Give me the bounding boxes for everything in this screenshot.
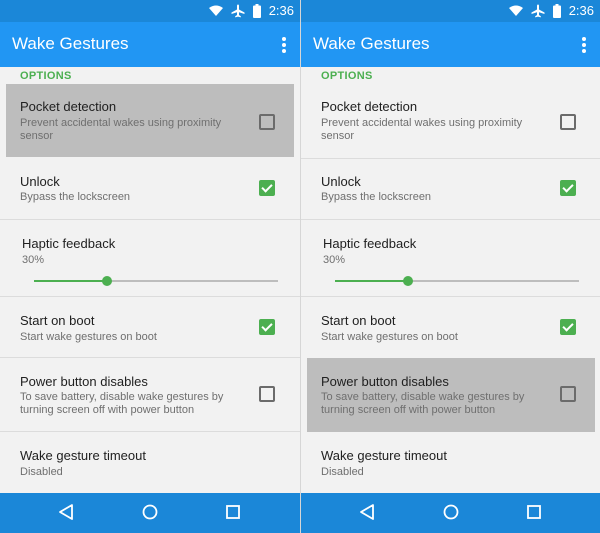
setting-title: Haptic feedback: [323, 236, 417, 251]
settings-list: OPTIONS Pocket detection Prevent acciden…: [0, 67, 300, 493]
slider-thumb[interactable]: [403, 276, 414, 286]
nav-bar: [0, 493, 300, 533]
home-icon[interactable]: [442, 503, 460, 521]
recents-icon[interactable]: [225, 503, 241, 521]
setting-summary: Start wake gestures on boot: [321, 331, 458, 343]
airplane-icon: [231, 4, 245, 18]
setting-wake-gesture-timeout[interactable]: Wake gesture timeout Disabled: [0, 432, 300, 493]
power-button-disables-checkbox[interactable]: [259, 386, 275, 402]
app-title: Wake Gestures: [12, 34, 129, 53]
setting-title: Start on boot: [321, 313, 396, 328]
setting-pocket-detection[interactable]: Pocket detection Prevent accidental wake…: [6, 84, 294, 157]
setting-summary: To save battery, disable wake gestures b…: [321, 391, 525, 416]
wifi-icon: [208, 5, 223, 16]
setting-pocket-detection[interactable]: Pocket detection Prevent accidental wake…: [301, 84, 600, 157]
settings-list: OPTIONS Pocket detection Prevent acciden…: [301, 67, 600, 493]
setting-summary: Disabled: [20, 466, 63, 478]
setting-unlock[interactable]: Unlock Bypass the lockscreen: [301, 159, 600, 219]
setting-summary: Bypass the lockscreen: [20, 191, 131, 203]
recents-icon[interactable]: [526, 503, 542, 521]
unlock-checkbox[interactable]: [560, 180, 576, 196]
status-time: 2:36: [268, 3, 294, 18]
setting-title: Wake gesture timeout: [321, 448, 447, 463]
setting-summary: To save battery, disable wake gestures b…: [20, 391, 224, 416]
setting-wake-gesture-timeout[interactable]: Wake gesture timeout Disabled: [301, 432, 600, 493]
setting-value: 30%: [22, 254, 45, 266]
setting-title: Unlock: [20, 174, 60, 189]
setting-start-on-boot[interactable]: Start on boot Start wake gestures on boo…: [0, 297, 300, 357]
back-icon[interactable]: [58, 503, 74, 521]
pocket-detection-checkbox[interactable]: [259, 114, 275, 130]
setting-title: Power button disables: [20, 374, 148, 389]
airplane-icon: [531, 4, 545, 18]
setting-summary: Start wake gestures on boot: [20, 331, 157, 343]
status-bar: 2:36: [301, 0, 600, 22]
slider-fill: [34, 280, 108, 282]
setting-title: Pocket detection: [20, 99, 117, 114]
setting-unlock[interactable]: Unlock Bypass the lockscreen: [0, 159, 300, 219]
setting-title: Wake gesture timeout: [20, 448, 146, 463]
haptic-feedback-slider[interactable]: [335, 275, 579, 287]
status-bar: 2:36: [0, 0, 300, 22]
section-header-options: OPTIONS: [20, 70, 72, 82]
power-button-disables-checkbox[interactable]: [560, 386, 576, 402]
screenshot-pair: 2:36 Wake Gestures OPTIONS Pocket detect…: [0, 0, 600, 533]
nav-bar: [301, 493, 600, 533]
setting-value: 30%: [323, 254, 346, 266]
unlock-checkbox[interactable]: [259, 180, 275, 196]
setting-summary: Disabled: [321, 466, 364, 478]
setting-power-button-disables[interactable]: Power button disables To save battery, d…: [0, 358, 300, 431]
app-bar: Wake Gestures: [301, 22, 600, 67]
setting-title: Haptic feedback: [22, 236, 116, 251]
app-title: Wake Gestures: [313, 34, 430, 53]
setting-title: Start on boot: [20, 313, 95, 328]
setting-start-on-boot[interactable]: Start on boot Start wake gestures on boo…: [301, 297, 600, 357]
pocket-detection-checkbox[interactable]: [560, 114, 576, 130]
start-on-boot-checkbox[interactable]: [259, 319, 275, 335]
wifi-icon: [508, 5, 523, 16]
setting-summary: Bypass the lockscreen: [321, 191, 432, 203]
setting-haptic-feedback: Haptic feedback 30%: [0, 220, 300, 296]
setting-title: Power button disables: [321, 374, 449, 389]
slider-fill: [335, 280, 409, 282]
battery-icon: [252, 4, 261, 18]
home-icon[interactable]: [141, 503, 159, 521]
setting-title: Unlock: [321, 174, 361, 189]
overflow-menu-icon[interactable]: [582, 37, 586, 53]
setting-summary: Prevent accidental wakes using proximity…: [20, 117, 222, 142]
setting-title: Pocket detection: [321, 99, 418, 114]
setting-haptic-feedback: Haptic feedback 30%: [301, 220, 600, 296]
setting-power-button-disables[interactable]: Power button disables To save battery, d…: [307, 358, 595, 432]
phone-screen-2: 2:36 Wake Gestures OPTIONS Pocket detect…: [300, 0, 600, 533]
back-icon[interactable]: [359, 503, 375, 521]
overflow-menu-icon[interactable]: [282, 37, 286, 53]
slider-thumb[interactable]: [102, 276, 113, 286]
status-time: 2:36: [568, 3, 594, 18]
start-on-boot-checkbox[interactable]: [560, 319, 576, 335]
battery-icon: [552, 4, 561, 18]
phone-screen-1: 2:36 Wake Gestures OPTIONS Pocket detect…: [0, 0, 300, 533]
section-header-options: OPTIONS: [321, 70, 373, 82]
haptic-feedback-slider[interactable]: [34, 275, 278, 287]
app-bar: Wake Gestures: [0, 22, 300, 67]
setting-summary: Prevent accidental wakes using proximity…: [321, 117, 523, 142]
